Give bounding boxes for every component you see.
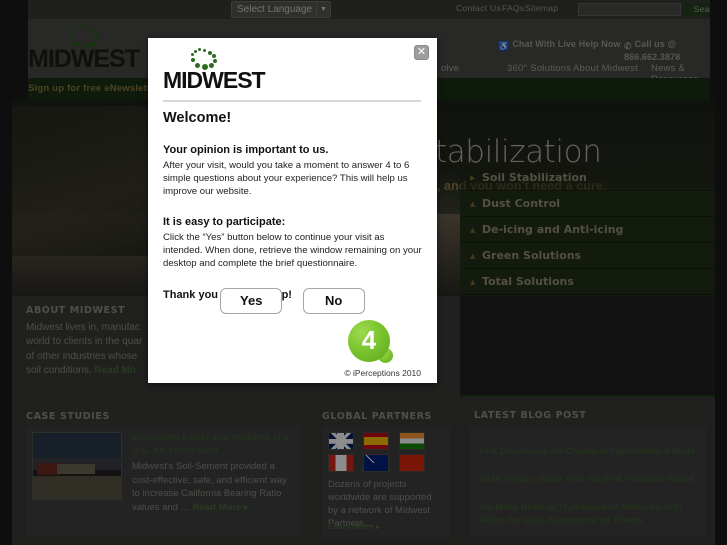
- modal-logo-text: MIDWEST: [163, 67, 266, 93]
- page-root: l Stabilization prevention, and you won'…: [0, 0, 727, 545]
- yes-button[interactable]: Yes: [220, 288, 283, 314]
- modal-heading: Welcome!: [163, 110, 232, 126]
- modal-paragraph-1: After your visit, would you take a momen…: [163, 160, 410, 197]
- divider: [163, 100, 421, 102]
- survey-invitation-dialog: ✕ MIDWEST Welcome! Your opinion is impor…: [148, 38, 437, 383]
- close-glyph: ✕: [416, 46, 427, 58]
- modal-body: Welcome! Your opinion is important to us…: [163, 110, 423, 301]
- close-icon[interactable]: ✕: [414, 45, 429, 60]
- modal-buttons: Yes No: [148, 288, 437, 314]
- iperceptions-badge-icon: 4: [348, 320, 394, 366]
- badge-number: 4: [361, 325, 377, 355]
- modal-paragraph-2: Click the “Yes” button below to continue…: [163, 232, 422, 269]
- iperceptions-copyright: © iPerceptions 2010: [344, 368, 421, 378]
- modal-subheading-2: It is easy to participate:: [163, 216, 286, 229]
- no-button[interactable]: No: [302, 288, 365, 314]
- modal-subheading-1: Your opinion is important to us.: [163, 144, 329, 156]
